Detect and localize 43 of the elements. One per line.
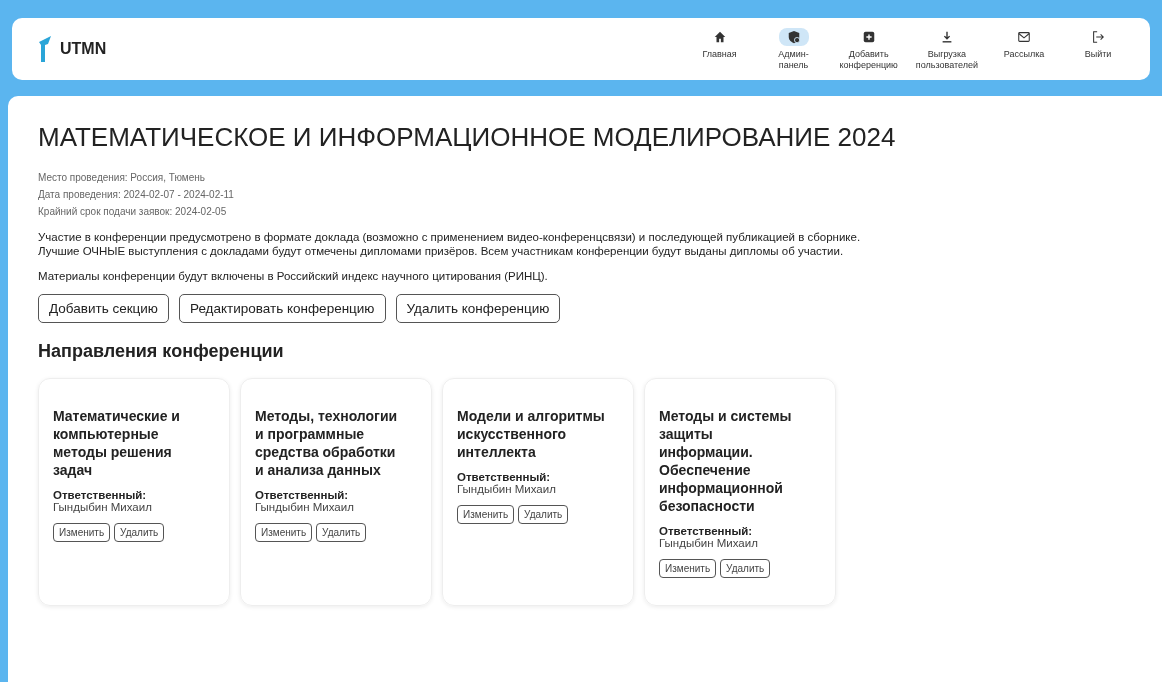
nav-item[interactable]: Рассылка bbox=[992, 24, 1056, 64]
sections-heading: Направления конференции bbox=[38, 341, 285, 362]
responsible-name: Гындыбин Михаил bbox=[53, 501, 153, 513]
responsible-name: Гындыбин Михаил bbox=[659, 537, 759, 549]
meta-text: Крайний срок подачи заявок: 2024-02-05 bbox=[38, 205, 228, 219]
section-button[interactable]: Изменить bbox=[457, 505, 515, 524]
section-title: Методы и системы защиты информации. Обеспечение информационной безопасности bbox=[659, 407, 793, 515]
nav-item[interactable]: Выгрузка пользователей bbox=[911, 24, 982, 74]
envelope-icon bbox=[1017, 30, 1031, 45]
description-text: Участие в конференции предусмотрено в формате доклада (возможно с применением видео-конференцсвязи) и последующей публикацией в сборнике. Лучшие ОЧНЫЕ выступления с докладами будут отмечены дипломами призёров. Всем участникам конференции будут выданы дипломы об участии. bbox=[38, 230, 862, 258]
logo-icon bbox=[38, 36, 54, 62]
nav-item[interactable]: Главная bbox=[687, 24, 752, 64]
section-title: Математические и компьютерные методы решения задач bbox=[53, 407, 181, 479]
responsible-label: Ответственный: bbox=[255, 489, 350, 501]
section-button[interactable]: Изменить bbox=[659, 559, 717, 578]
responsible-label: Ответственный: bbox=[659, 525, 754, 537]
nav-item[interactable]: Выйти bbox=[1066, 24, 1130, 64]
shield-icon bbox=[786, 30, 801, 45]
section-button[interactable]: Изменить bbox=[53, 523, 111, 542]
plus-square-icon bbox=[861, 30, 876, 45]
note-text: Материалы конференции будут включены в Российский индекс научного цитирования (РИНЦ). bbox=[38, 270, 549, 282]
logo-text: UTMN bbox=[60, 40, 107, 58]
section-button[interactable]: Удалить bbox=[720, 559, 771, 578]
conference-title: МАТЕМАТИЧЕСКОЕ И ИНФОРМАЦИОННОЕ МОДЕЛИРОВАНИЕ 2024 bbox=[38, 122, 897, 153]
section-button[interactable]: Удалить bbox=[518, 505, 569, 524]
action-button[interactable]: Удалить конференцию bbox=[395, 294, 561, 323]
meta-text: Место проведения: Россия, Тюмень bbox=[38, 171, 206, 185]
section-button[interactable]: Изменить bbox=[255, 523, 313, 542]
action-button[interactable]: Редактировать конференцию bbox=[179, 294, 386, 323]
section-button[interactable]: Удалить bbox=[316, 523, 367, 542]
logout-icon bbox=[1091, 30, 1105, 45]
responsible-name: Гындыбин Михаил bbox=[255, 501, 355, 513]
meta-text: Дата проведения: 2024-02-07 - 2024-02-11 bbox=[38, 188, 235, 202]
home-icon bbox=[712, 30, 727, 45]
responsible-label: Ответственный: bbox=[53, 489, 148, 501]
nav-item[interactable]: Админ-панель bbox=[761, 24, 826, 74]
section-title: Модели и алгоритмы искусственного интеллекта bbox=[457, 407, 606, 461]
section-button[interactable]: Удалить bbox=[114, 523, 165, 542]
action-button[interactable]: Добавить секцию bbox=[38, 294, 169, 323]
responsible-label: Ответственный: bbox=[457, 471, 552, 483]
responsible-name: Гындыбин Михаил bbox=[457, 483, 557, 495]
nav-item[interactable]: Добавить конференцию bbox=[835, 24, 902, 74]
section-title: Методы, технологии и программные средства обработки и анализа данных bbox=[255, 407, 399, 479]
